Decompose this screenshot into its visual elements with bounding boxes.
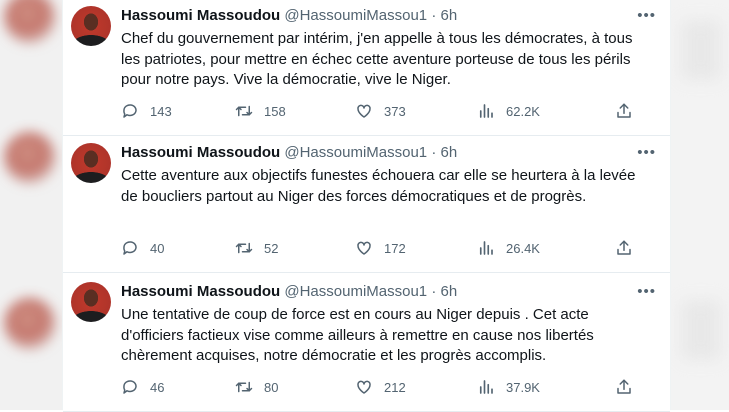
views-button[interactable]: 62.2K [477, 102, 540, 120]
tweet-header: Hassoumi Massoudou @HassoumiMassou1 · 6h [121, 7, 660, 27]
speech-bubble-icon [123, 380, 137, 394]
blurred-avatar [4, 132, 56, 184]
tweet-actions: 143 158 373 62.2K [121, 102, 641, 124]
speech-bubble-icon [123, 241, 137, 255]
like-button[interactable]: 212 [355, 378, 406, 396]
tweet-actions: 40 52 172 26.4K [121, 239, 641, 261]
views-button[interactable]: 26.4K [477, 239, 540, 257]
blurred-avatar [4, 0, 56, 44]
author-name[interactable]: Hassoumi Massoudou [121, 7, 280, 24]
tweet[interactable]: Hassoumi Massoudou @HassoumiMassou1 · 6h… [63, 135, 670, 273]
more-dots-icon[interactable]: ••• [637, 7, 656, 24]
blurred-panel [681, 20, 721, 80]
avatar[interactable] [71, 143, 111, 183]
tweet[interactable]: Hassoumi Massoudou @HassoumiMassou1 · 6h… [63, 274, 670, 412]
retweet-button[interactable]: 80 [235, 378, 278, 396]
timestamp[interactable]: 6h [441, 144, 458, 161]
separator-dot: · [431, 283, 437, 300]
share-upload-icon [617, 379, 631, 394]
tweet-text: Une tentative de coup de force est en co… [121, 306, 594, 364]
bar-chart-icon [479, 241, 493, 255]
timestamp[interactable]: 6h [441, 7, 458, 24]
author-handle[interactable]: @HassoumiMassou1 [284, 283, 427, 300]
views-count: 37.9K [506, 379, 540, 395]
retweet-arrows-icon [235, 381, 253, 393]
views-count: 62.2K [506, 103, 540, 119]
like-count: 212 [384, 379, 406, 395]
reply-button[interactable]: 40 [121, 239, 164, 257]
tweet-text: Cette aventure aux objectifs funestes éc… [121, 167, 636, 205]
separator-dot: · [431, 7, 437, 24]
avatar[interactable] [71, 282, 111, 322]
separator-dot: · [431, 144, 437, 161]
views-count: 26.4K [506, 240, 540, 256]
like-button[interactable]: 172 [355, 239, 406, 257]
timestamp[interactable]: 6h [441, 283, 458, 300]
reply-count: 40 [150, 240, 165, 256]
share-button[interactable] [615, 102, 633, 120]
share-upload-icon [617, 240, 631, 255]
more-dots-icon[interactable]: ••• [637, 144, 656, 161]
retweet-arrows-icon [235, 105, 253, 117]
author-handle[interactable]: @HassoumiMassou1 [284, 7, 427, 24]
like-count: 172 [384, 240, 406, 256]
tweet-actions: 46 80 212 37.9K [121, 378, 641, 400]
more-dots-icon[interactable]: ••• [637, 283, 656, 300]
blurred-panel [681, 300, 721, 360]
tweet-header: Hassoumi Massoudou @HassoumiMassou1 · 6h [121, 283, 660, 303]
retweet-arrows-icon [235, 242, 253, 254]
heart-icon [357, 380, 371, 394]
tweet-feed: Hassoumi Massoudou @HassoumiMassou1 · 6h… [62, 0, 671, 412]
avatar[interactable] [71, 6, 111, 46]
heart-icon [357, 104, 371, 118]
reply-count: 143 [150, 103, 172, 119]
share-button[interactable] [615, 378, 633, 396]
author-name[interactable]: Hassoumi Massoudou [121, 144, 280, 161]
reply-count: 46 [150, 379, 165, 395]
share-upload-icon [617, 103, 631, 118]
heart-icon [357, 241, 371, 255]
tweet-text: Chef du gouvernement par intérim, j'en a… [121, 30, 633, 88]
tweet-header: Hassoumi Massoudou @HassoumiMassou1 · 6h [121, 144, 660, 164]
views-button[interactable]: 37.9K [477, 378, 540, 396]
blurred-avatar [4, 298, 56, 350]
retweet-count: 80 [264, 379, 279, 395]
retweet-button[interactable]: 158 [235, 102, 286, 120]
tweet[interactable]: Hassoumi Massoudou @HassoumiMassou1 · 6h… [63, 0, 670, 136]
reply-button[interactable]: 46 [121, 378, 164, 396]
reply-button[interactable]: 143 [121, 102, 172, 120]
like-button[interactable]: 373 [355, 102, 406, 120]
bar-chart-icon [479, 104, 493, 118]
bar-chart-icon [479, 380, 493, 394]
author-name[interactable]: Hassoumi Massoudou [121, 283, 280, 300]
blurred-right-edge [669, 0, 729, 410]
like-count: 373 [384, 103, 406, 119]
retweet-count: 158 [264, 103, 286, 119]
share-button[interactable] [615, 239, 633, 257]
author-handle[interactable]: @HassoumiMassou1 [284, 144, 427, 161]
retweet-button[interactable]: 52 [235, 239, 278, 257]
retweet-count: 52 [264, 240, 279, 256]
speech-bubble-icon [123, 104, 137, 118]
blurred-left-edge [0, 0, 62, 410]
